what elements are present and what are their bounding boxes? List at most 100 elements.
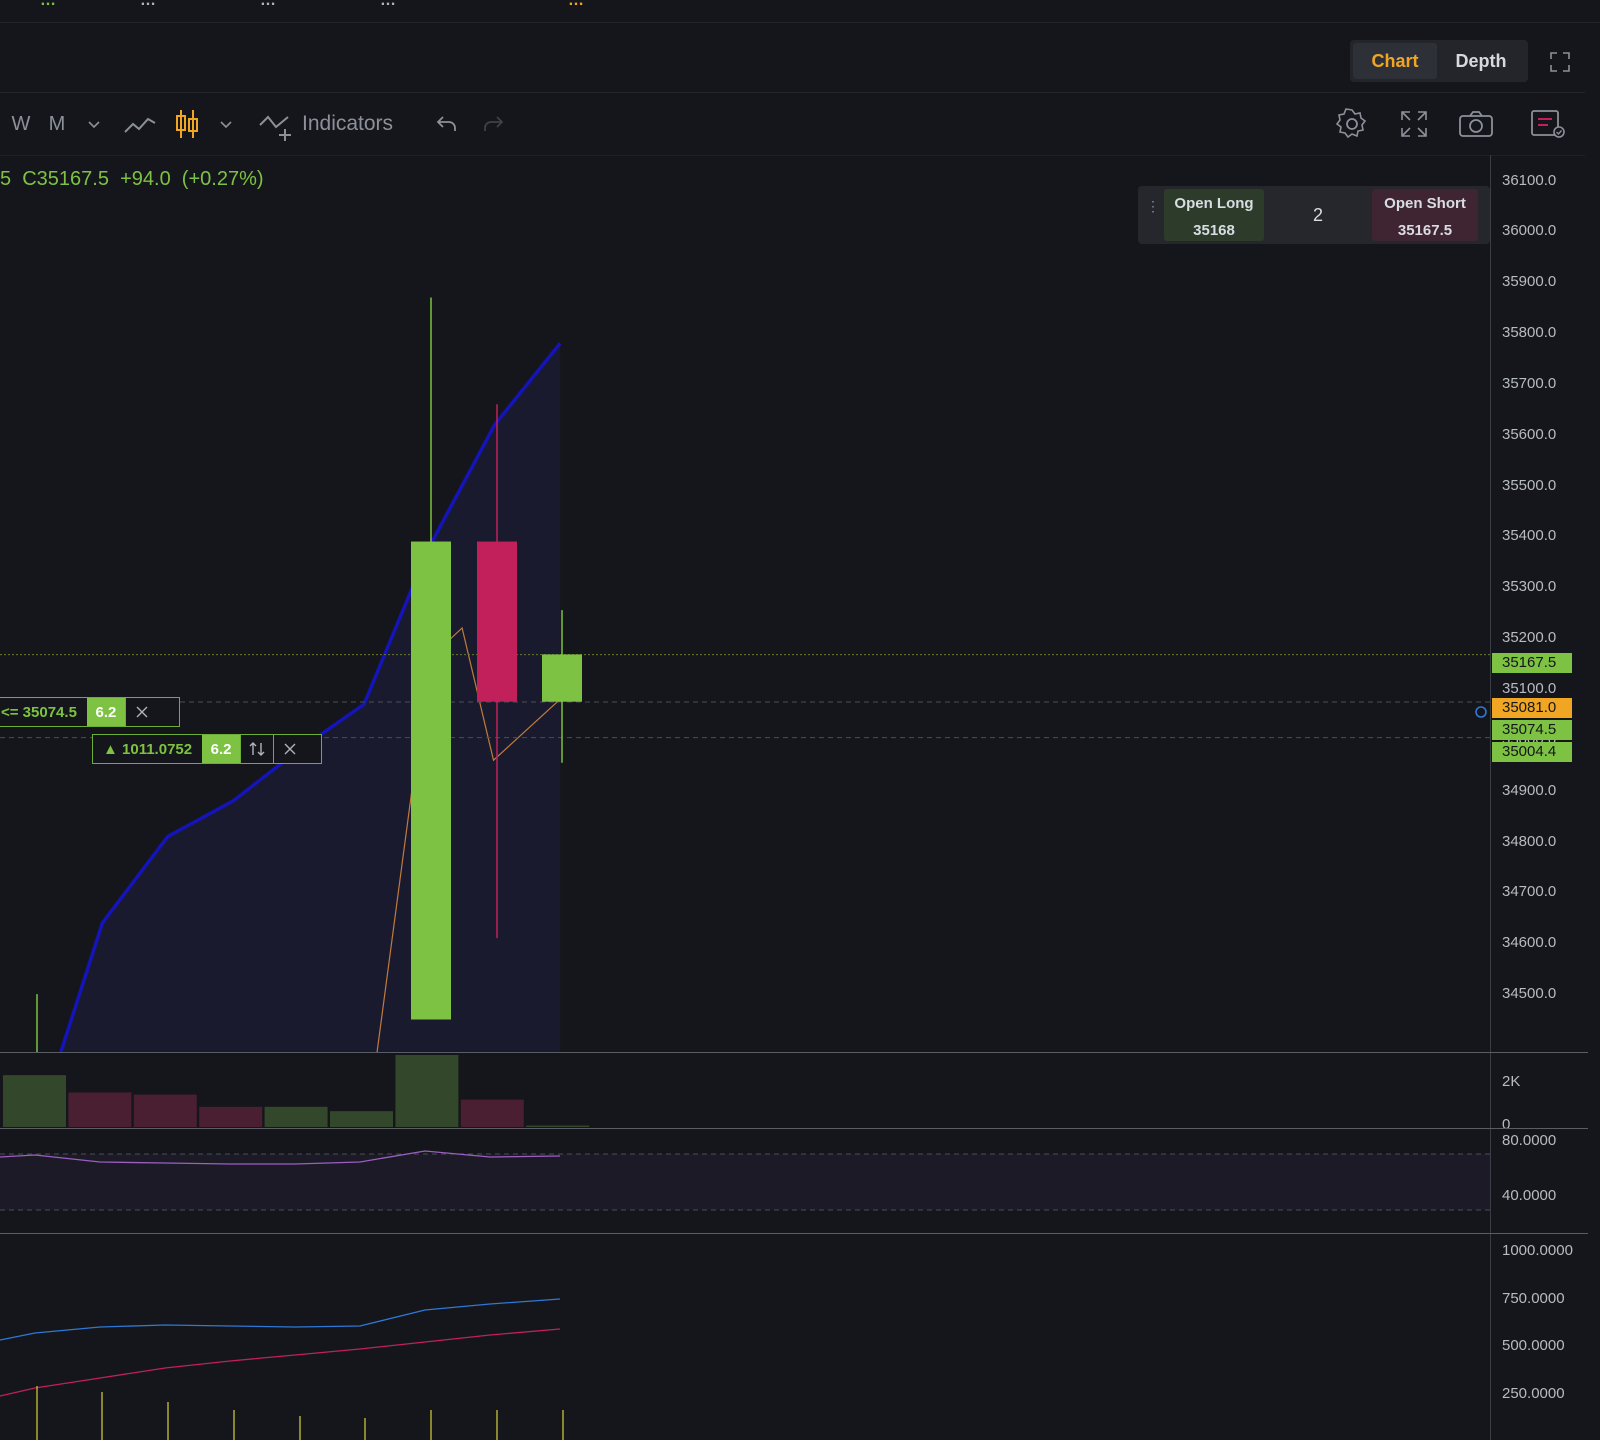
volume-bar [330, 1111, 393, 1127]
chart-toolbar: W M Indicators [0, 92, 1585, 156]
open-long-button[interactable]: Open Long 35168 [1164, 189, 1264, 241]
price-axis-tick: 34600.0 [1502, 934, 1557, 952]
open-short-button[interactable]: Open Short 35167.5 [1372, 189, 1478, 241]
osc1-tick: 80.0000 [1502, 1132, 1557, 1149]
mark-price-marker-icon [1475, 706, 1487, 718]
trade-panel-icon [1531, 110, 1565, 138]
camera-icon [1459, 111, 1493, 137]
osc2-tick: 750.0000 [1502, 1290, 1565, 1307]
close-icon [284, 743, 296, 755]
cancel-order-button[interactable] [124, 698, 158, 726]
price-axis-tick: 35900.0 [1502, 273, 1557, 291]
volume-bar [3, 1075, 66, 1127]
quantity-input[interactable]: 2 [1264, 189, 1372, 241]
screenshot-button[interactable] [1456, 93, 1496, 155]
reverse-order-button[interactable] [240, 735, 273, 763]
trigger-order-text: ▲ 1011.0752 [103, 740, 193, 758]
price-axis-tick: 34500.0 [1502, 985, 1557, 1003]
trigger-order-tag[interactable]: ▲ 1011.0752 6.2 [92, 734, 322, 764]
limit-order-tag[interactable]: <= 35074.5 6.2 [0, 697, 180, 727]
price-axis-tick: 35500.0 [1502, 476, 1557, 494]
price-axis-tick: 35600.0 [1502, 425, 1557, 443]
osc2-tick: 500.0000 [1502, 1337, 1565, 1354]
price-axis-tick: 35300.0 [1502, 578, 1557, 596]
trade-panel-button[interactable] [1528, 93, 1568, 155]
stat-5: … [568, 0, 584, 9]
order1-price-label: 35074.5 [1492, 720, 1572, 740]
chart-type-dropdown[interactable] [214, 93, 238, 155]
settings-button[interactable] [1334, 93, 1370, 155]
limit-order-qty[interactable]: 6.2 [86, 698, 125, 726]
volume-bar [133, 1094, 197, 1127]
fullscreen-icon [1401, 111, 1427, 137]
order2-price-label: 35004.4 [1492, 742, 1572, 762]
volume-bar [264, 1106, 328, 1127]
chevron-down-icon [220, 121, 232, 129]
redo-button[interactable] [478, 93, 508, 155]
price-axis-tick: 34800.0 [1502, 832, 1557, 850]
undo-icon [436, 116, 456, 131]
price-chart[interactable] [0, 155, 1490, 1052]
indicators-button[interactable]: Indicators [258, 93, 408, 155]
line-chart-icon [124, 117, 156, 133]
stat-3: … [260, 0, 276, 9]
price-axis-tick: 35100.0 [1502, 680, 1557, 697]
candle-body [411, 541, 451, 1020]
open-long-price: 35168 [1193, 222, 1235, 239]
volume-chart[interactable] [0, 1053, 1490, 1127]
price-axis-line [1490, 155, 1491, 1440]
volume-bar [199, 1106, 263, 1127]
settings-icon [1335, 108, 1367, 139]
limit-order-text: <= 35074.5 [1, 703, 77, 721]
line-chart-button[interactable] [120, 93, 160, 155]
market-stats-strip: … … … … … [0, 0, 1600, 23]
candle-body [477, 541, 517, 702]
oscillator2-chart[interactable] [0, 1234, 1490, 1440]
volume-tick: 2K [1502, 1073, 1521, 1090]
price-axis-tick: 34700.0 [1502, 883, 1557, 901]
volume-bar [395, 1055, 459, 1127]
mark-price-label: 35081.0 [1492, 698, 1572, 718]
oscillator-chart[interactable] [0, 1129, 1490, 1232]
last-price-label: 35167.5 [1492, 653, 1572, 673]
open-short-price: 35167.5 [1397, 222, 1453, 239]
view-toggle: Chart Depth [1350, 40, 1528, 82]
expand-icon[interactable] [1548, 50, 1572, 74]
price-axis-tick: 35800.0 [1502, 324, 1557, 342]
price-axis-tick: 35400.0 [1502, 527, 1557, 545]
stat-4: … [380, 0, 396, 9]
volume-bar [526, 1125, 590, 1127]
indicators-icon [259, 115, 291, 141]
drag-handle-icon[interactable]: ⋮⋮ [1146, 199, 1174, 228]
price-axis-tick: 36100.0 [1502, 171, 1557, 189]
undo-button[interactable] [432, 93, 462, 155]
candlestick-icon [176, 110, 198, 138]
tab-depth[interactable]: Depth [1438, 43, 1524, 79]
chevron-down-icon [88, 121, 100, 129]
price-axis-tick: 34900.0 [1502, 781, 1557, 799]
volume-bar [68, 1092, 132, 1127]
candlestick-button[interactable] [172, 93, 202, 155]
volume-tick: 0 [1502, 1116, 1511, 1133]
price-axis-tick: 35700.0 [1502, 374, 1557, 392]
cancel-trigger-order-button[interactable] [273, 735, 306, 763]
interval-m-button[interactable]: M [44, 93, 70, 155]
candle-body [542, 654, 582, 702]
fullscreen-button[interactable] [1396, 93, 1432, 155]
interval-w-button[interactable]: W [8, 93, 34, 155]
price-axis-tick: 35200.0 [1502, 629, 1557, 647]
trigger-order-qty[interactable]: 6.2 [202, 735, 241, 763]
osc2-tick: 250.0000 [1502, 1385, 1565, 1402]
stat-1: … [40, 0, 56, 9]
candle [411, 297, 451, 1020]
quick-trade-panel: ⋮⋮ Open Long 35168 2 Open Short 35167.5 [1138, 186, 1490, 244]
volume-bar [460, 1099, 524, 1127]
tab-chart[interactable]: Chart [1353, 43, 1437, 79]
swap-arrows-icon [249, 742, 265, 756]
osc1-tick: 40.0000 [1502, 1187, 1557, 1204]
stat-2: … [140, 0, 156, 9]
redo-icon [484, 116, 504, 131]
close-icon [136, 706, 148, 718]
interval-dropdown[interactable] [82, 93, 106, 155]
osc2-tick: 1000.0000 [1502, 1242, 1573, 1259]
